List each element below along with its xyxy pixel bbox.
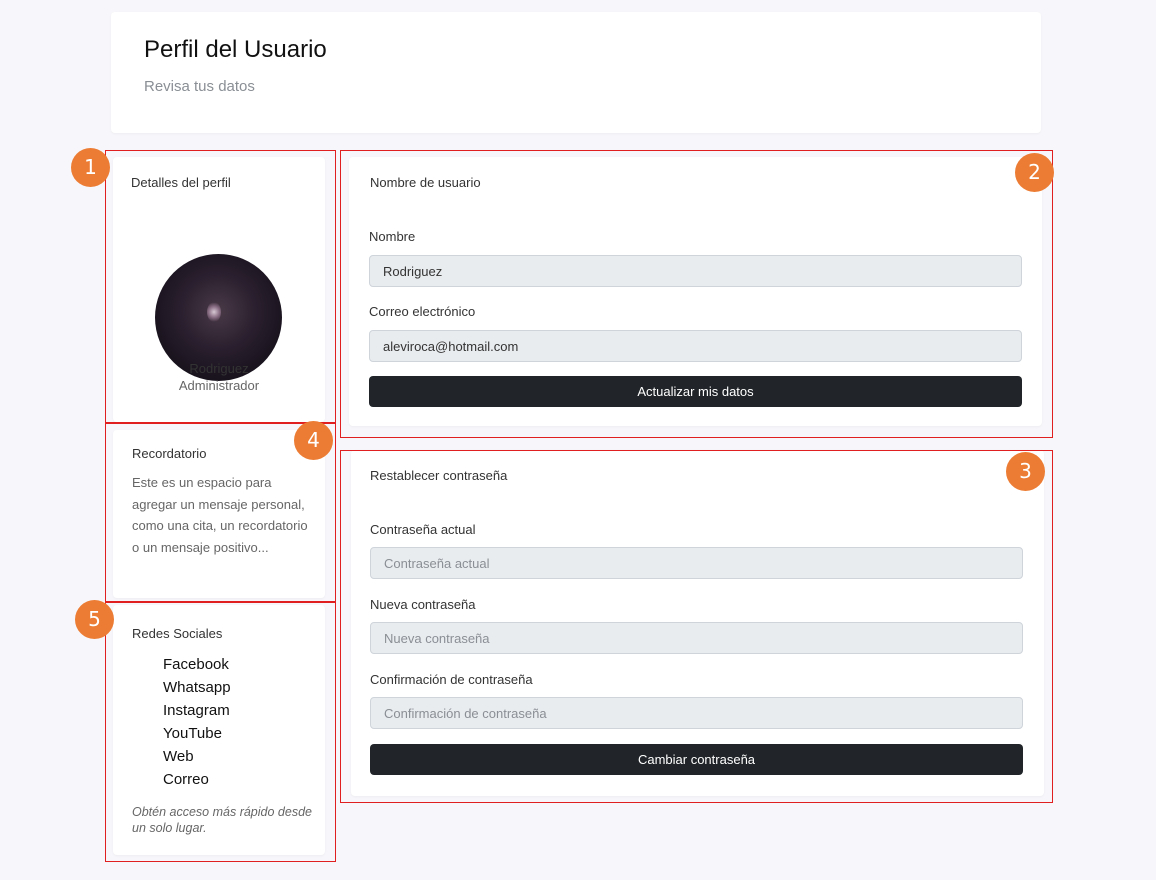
new-password-label: Nueva contraseña — [370, 597, 476, 612]
profile-name: Rodriguez — [189, 361, 249, 376]
page-header: Perfil del Usuario Revisa tus datos — [111, 12, 1041, 133]
reminder-card: Recordatorio Este es un espacio para agr… — [113, 430, 325, 598]
name-label: Nombre — [369, 229, 416, 244]
profile-role: Administrador — [178, 378, 260, 393]
update-data-button[interactable]: Actualizar mis datos — [369, 376, 1022, 407]
annotation-badge-2: 2 — [1015, 153, 1054, 192]
page-title: Perfil del Usuario — [144, 36, 327, 63]
annotation-badge-3: 3 — [1006, 452, 1045, 491]
social-link-youtube[interactable]: YouTube — [163, 722, 231, 745]
annotation-badge-1: 1 — [71, 148, 110, 187]
new-password-field[interactable] — [370, 622, 1023, 654]
reminder-text: Este es un espacio para agregar un mensa… — [132, 475, 308, 555]
social-link-web[interactable]: Web — [163, 745, 231, 768]
name-field[interactable] — [369, 255, 1022, 287]
social-links-list: Facebook Whatsapp Instagram YouTube Web … — [163, 653, 231, 791]
social-link-instagram[interactable]: Instagram — [163, 699, 231, 722]
email-label: Correo electrónico — [369, 304, 476, 319]
change-password-button[interactable]: Cambiar contraseña — [370, 744, 1023, 775]
annotation-badge-4: 4 — [294, 421, 333, 460]
social-networks-card: Redes Sociales Facebook Whatsapp Instagr… — [113, 605, 325, 855]
annotation-divider-reminder — [105, 422, 336, 424]
social-footer-note: Obtén acceso más rápido desde un solo lu… — [132, 805, 312, 835]
annotation-divider-social — [105, 601, 336, 603]
social-networks-heading: Redes Sociales — [132, 626, 223, 641]
current-password-label: Contraseña actual — [370, 522, 476, 537]
email-field[interactable] — [369, 330, 1022, 362]
page-subtitle: Revisa tus datos — [144, 78, 255, 95]
profile-details-heading: Detalles del perfil — [131, 175, 231, 190]
profile-details-card: Detalles del perfil Rodriguez Administra… — [113, 157, 325, 422]
annotation-badge-5: 5 — [75, 600, 114, 639]
user-data-card: Nombre de usuario Nombre Correo electrón… — [349, 157, 1042, 426]
social-link-whatsapp[interactable]: Whatsapp — [163, 676, 231, 699]
confirm-password-field[interactable] — [370, 697, 1023, 729]
reminder-heading: Recordatorio — [132, 446, 207, 461]
user-data-heading: Nombre de usuario — [370, 175, 481, 190]
reset-password-heading: Restablecer contraseña — [370, 468, 508, 483]
current-password-field[interactable] — [370, 547, 1023, 579]
confirm-password-label: Confirmación de contraseña — [370, 672, 533, 687]
reset-password-card: Restablecer contraseña Contraseña actual… — [351, 450, 1044, 796]
social-link-correo[interactable]: Correo — [163, 768, 231, 791]
social-link-facebook[interactable]: Facebook — [163, 653, 231, 676]
